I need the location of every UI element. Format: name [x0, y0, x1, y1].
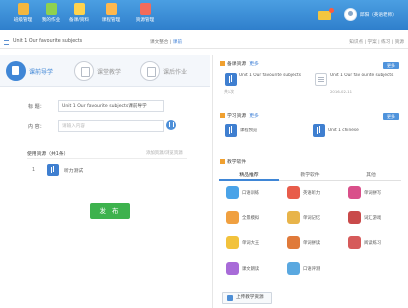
- nav-item-class[interactable]: 班级管理: [8, 3, 38, 29]
- more-link[interactable]: 更多: [249, 62, 259, 67]
- app-icon[interactable]: [226, 262, 239, 275]
- in-class-icon: [74, 61, 94, 81]
- panel-divider: [212, 55, 213, 308]
- pre-class-icon: [6, 61, 26, 81]
- title-field[interactable]: [58, 100, 164, 112]
- document-icon[interactable]: [315, 73, 327, 86]
- tab-label: 课后作业: [163, 69, 188, 76]
- nav-item-label: 备课/资料: [69, 18, 89, 23]
- app-icon[interactable]: [226, 186, 239, 199]
- courseware-icon[interactable]: [225, 73, 237, 86]
- breadcrumb: Unit 1 Our favourite subjects 课文整合 | 课前 …: [0, 37, 408, 49]
- section-title-text: 教学软件: [227, 160, 247, 165]
- app-name[interactable]: 阅读练习: [364, 240, 381, 246]
- top-navigation-bar: 班级管理 我的作业 备课/资料 课程管理 资源管理 邱阳（英语老师）: [0, 0, 408, 30]
- app-icon[interactable]: [226, 211, 239, 224]
- upload-resource-button[interactable]: 上传教学资源: [222, 292, 272, 304]
- nav-item-label: 我的作业: [41, 18, 61, 23]
- publish-button[interactable]: 发 布: [90, 203, 130, 219]
- resource-file-icon: [47, 164, 59, 176]
- study-item-title[interactable]: Unit 1 chinese: [328, 128, 359, 133]
- app-name[interactable]: 口语训练: [242, 190, 259, 196]
- section-icon: [220, 113, 225, 118]
- tab-label: 课堂教学: [97, 69, 122, 76]
- nav-item-course[interactable]: 课程管理: [96, 3, 126, 29]
- nav-item-label: 班级管理: [13, 18, 33, 23]
- homework-icon: [45, 3, 57, 15]
- app-name[interactable]: 单词大王: [242, 240, 259, 246]
- class-icon: [17, 3, 29, 15]
- app-icon[interactable]: [348, 211, 361, 224]
- app-icon[interactable]: [287, 211, 300, 224]
- after-class-icon: [140, 61, 160, 81]
- app-name[interactable]: 单词拼写: [364, 190, 381, 196]
- courseware-icon[interactable]: [225, 124, 237, 137]
- upload-icon: [227, 295, 233, 301]
- section-title-text: 备课资源: [227, 62, 247, 67]
- app-name[interactable]: 词汇游戏: [364, 215, 381, 221]
- section-icon: [220, 61, 225, 66]
- app-icon[interactable]: [287, 236, 300, 249]
- app-icon[interactable]: [287, 262, 300, 275]
- tab-featured[interactable]: 精品推荐: [219, 171, 279, 181]
- more-link[interactable]: 更多: [249, 114, 259, 119]
- breadcrumb-middle-link[interactable]: 课前: [173, 40, 182, 45]
- attach-icon[interactable]: [166, 120, 176, 130]
- app-icon[interactable]: [348, 236, 361, 249]
- divider: [27, 158, 187, 159]
- section-icon: [220, 159, 225, 164]
- app-name[interactable]: 口语评测: [303, 266, 320, 272]
- breadcrumb-right[interactable]: 知识点 | 学案 | 练习 | 资源: [349, 39, 404, 45]
- course-icon: [105, 3, 117, 15]
- study-item-title[interactable]: 课程预览: [240, 128, 257, 133]
- nav-item-label: 课程管理: [101, 18, 121, 23]
- app-icon[interactable]: [226, 236, 239, 249]
- courseware-icon[interactable]: [313, 124, 325, 137]
- user-name[interactable]: 邱阳（英语老师）: [360, 12, 397, 18]
- nav-item-prepare[interactable]: 备课/资料: [64, 3, 94, 29]
- resources-link[interactable]: 添加资源/浏览资源: [146, 150, 183, 156]
- resource-icon: [139, 3, 151, 15]
- section-title-software: 教学软件: [220, 158, 246, 165]
- breadcrumb-middle-prefix: 课文整合 |: [150, 40, 172, 45]
- breadcrumb-unit[interactable]: Unit 1 Our favourite subjects: [13, 39, 82, 44]
- tab-teaching-software[interactable]: 教学软件: [280, 171, 340, 181]
- resources-label: 使用资源（共1条）: [27, 152, 69, 157]
- resource-name[interactable]: 听力测试: [64, 167, 83, 174]
- prepare-icon: [73, 3, 85, 15]
- content-label: 内 容：: [28, 124, 45, 130]
- app-name[interactable]: 课文朗读: [242, 266, 259, 272]
- app-name[interactable]: 全景模拟: [242, 215, 259, 221]
- tab-other[interactable]: 其他: [341, 171, 401, 181]
- tab-label: 课前导学: [29, 69, 54, 76]
- resource-number: 1: [32, 168, 36, 173]
- breadcrumb-middle: 课文整合 | 课前: [150, 39, 182, 45]
- avatar[interactable]: [344, 8, 357, 21]
- prep-item-sub: 2016-02-11: [330, 89, 353, 94]
- title-label: 标 题：: [28, 104, 45, 110]
- prep-more-button[interactable]: 更多: [383, 62, 399, 69]
- nav-item-resource[interactable]: 资源管理: [130, 3, 160, 29]
- app-icon[interactable]: [287, 186, 300, 199]
- prep-item-title[interactable]: Unit 1 Our fav ourite subjects: [330, 73, 400, 84]
- lesson-editor-panel: 课前导学 课堂教学 课后作业 标 题： 内 容：: [0, 55, 210, 308]
- nav-item-homework[interactable]: 我的作业: [36, 3, 66, 29]
- software-tabs: 精品推荐 教学软件 其他: [219, 171, 401, 181]
- content-field[interactable]: [58, 120, 164, 132]
- mail-icon[interactable]: [318, 8, 334, 20]
- section-title-study: 学习资源 更多: [220, 112, 259, 119]
- app-icon[interactable]: [348, 186, 361, 199]
- nav-item-label: 资源管理: [135, 18, 155, 23]
- app-name[interactable]: 英语听力: [303, 190, 320, 196]
- list-icon: [4, 40, 9, 45]
- step-tabs: 课前导学 课堂教学 课后作业: [0, 55, 210, 87]
- prep-item-title[interactable]: Unit 1 Our favourite subjects: [239, 73, 301, 84]
- section-title-text: 学习资源: [227, 114, 247, 119]
- prep-item-sub: 共1次: [224, 89, 235, 94]
- upload-button-label: 上传教学资源: [236, 295, 264, 300]
- section-title-prep: 备课资源 更多: [220, 60, 259, 67]
- app-name[interactable]: 单词拼读: [303, 240, 320, 246]
- study-more-button[interactable]: 更多: [383, 113, 399, 120]
- app-name[interactable]: 单词记忆: [303, 215, 320, 221]
